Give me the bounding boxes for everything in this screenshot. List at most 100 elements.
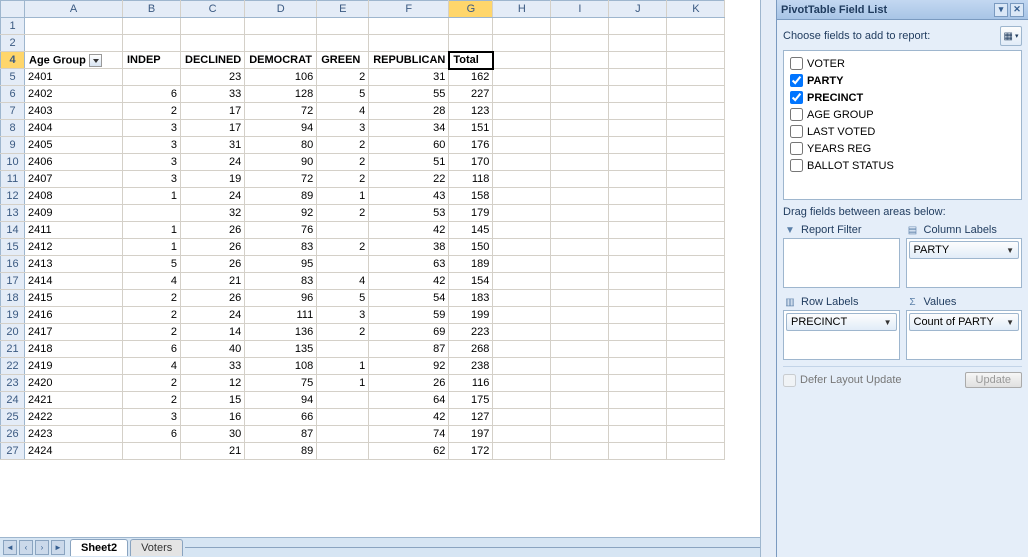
cell[interactable]: 5 [123, 256, 181, 273]
cell[interactable] [551, 69, 609, 86]
cell[interactable] [551, 18, 609, 35]
cell[interactable]: 21 [181, 443, 245, 460]
row-header-6[interactable]: 6 [1, 86, 25, 103]
cell[interactable] [667, 52, 725, 69]
cell[interactable]: 128 [245, 86, 317, 103]
cell[interactable]: 2401 [25, 69, 123, 86]
row-header-16[interactable]: 16 [1, 256, 25, 273]
cell[interactable] [609, 392, 667, 409]
cell[interactable]: 24 [181, 307, 245, 324]
cell[interactable]: 72 [245, 171, 317, 188]
cell[interactable]: 2415 [25, 290, 123, 307]
cell[interactable] [493, 52, 551, 69]
cell[interactable]: 42 [369, 409, 449, 426]
tab-nav-last[interactable]: ► [51, 540, 65, 555]
sheet-tab-Voters[interactable]: Voters [130, 539, 183, 556]
cell[interactable]: 2402 [25, 86, 123, 103]
cell[interactable]: 89 [245, 443, 317, 460]
cell[interactable]: 24 [181, 188, 245, 205]
pane-menu-icon[interactable]: ▾ [994, 3, 1008, 17]
cell[interactable]: 1 [123, 239, 181, 256]
area-column-labels-box[interactable]: PARTY▼ [906, 238, 1023, 288]
cell[interactable] [493, 222, 551, 239]
cell[interactable] [551, 358, 609, 375]
cell[interactable]: 30 [181, 426, 245, 443]
cell[interactable] [667, 375, 725, 392]
col-header-E[interactable]: E [317, 1, 369, 18]
col-header-K[interactable]: K [667, 1, 725, 18]
cell[interactable]: 43 [369, 188, 449, 205]
cell[interactable] [667, 120, 725, 137]
cell[interactable]: 5 [317, 86, 369, 103]
cell[interactable] [493, 273, 551, 290]
cell[interactable] [609, 443, 667, 460]
cell[interactable] [317, 409, 369, 426]
col-header-G[interactable]: G [449, 1, 493, 18]
row-header-4[interactable]: 4 [1, 52, 25, 69]
cell[interactable]: 151 [449, 120, 493, 137]
row-header-15[interactable]: 15 [1, 239, 25, 256]
cell[interactable] [609, 290, 667, 307]
cell[interactable]: 4 [123, 273, 181, 290]
cell[interactable] [551, 188, 609, 205]
cell[interactable] [551, 375, 609, 392]
cell[interactable] [317, 18, 369, 35]
cell[interactable] [493, 154, 551, 171]
cell[interactable] [493, 171, 551, 188]
cell[interactable] [493, 120, 551, 137]
cell[interactable] [317, 341, 369, 358]
cell[interactable] [369, 35, 449, 52]
cell[interactable] [493, 188, 551, 205]
cell[interactable] [609, 256, 667, 273]
cell[interactable]: 2411 [25, 222, 123, 239]
cell[interactable] [369, 18, 449, 35]
row-header-26[interactable]: 26 [1, 426, 25, 443]
cell[interactable]: 31 [369, 69, 449, 86]
cell[interactable]: 118 [449, 171, 493, 188]
cell[interactable] [493, 358, 551, 375]
cell[interactable] [609, 103, 667, 120]
cell[interactable]: 2421 [25, 392, 123, 409]
row-header-27[interactable]: 27 [1, 443, 25, 460]
cell[interactable] [493, 103, 551, 120]
pivot-header-cell[interactable]: GREEN [317, 52, 369, 69]
cell[interactable] [609, 307, 667, 324]
row-header-23[interactable]: 23 [1, 375, 25, 392]
cell[interactable] [493, 256, 551, 273]
field-AGE-GROUP[interactable]: AGE GROUP [790, 106, 1015, 123]
close-icon[interactable]: ✕ [1010, 3, 1024, 17]
pivot-header-cell[interactable]: Total [449, 52, 493, 69]
tab-nav-next[interactable]: › [35, 540, 49, 555]
cell[interactable] [667, 222, 725, 239]
cell[interactable]: 34 [369, 120, 449, 137]
cell[interactable] [449, 35, 493, 52]
cell[interactable]: 2418 [25, 341, 123, 358]
cell[interactable]: 3 [123, 120, 181, 137]
cell[interactable]: 6 [123, 426, 181, 443]
cell[interactable]: 83 [245, 273, 317, 290]
cell[interactable]: 2 [123, 307, 181, 324]
cell[interactable] [551, 171, 609, 188]
cell[interactable]: 2 [123, 103, 181, 120]
cell[interactable] [551, 426, 609, 443]
cell[interactable]: 3 [123, 137, 181, 154]
cell[interactable]: 33 [181, 86, 245, 103]
cell[interactable]: 14 [181, 324, 245, 341]
cell[interactable] [667, 188, 725, 205]
cell[interactable] [609, 188, 667, 205]
cell[interactable] [609, 154, 667, 171]
cell[interactable]: 179 [449, 205, 493, 222]
cell[interactable] [181, 18, 245, 35]
cell[interactable] [551, 35, 609, 52]
cell[interactable]: 54 [369, 290, 449, 307]
grid[interactable]: ABCDEFGHIJK124Age GroupINDEPDECLINEDDEMO… [0, 0, 760, 537]
cell[interactable]: 28 [369, 103, 449, 120]
cell[interactable]: 116 [449, 375, 493, 392]
cell[interactable] [551, 120, 609, 137]
cell[interactable]: 1 [123, 188, 181, 205]
cell[interactable]: 123 [449, 103, 493, 120]
cell[interactable]: 197 [449, 426, 493, 443]
cell[interactable]: 1 [317, 358, 369, 375]
cell[interactable] [667, 341, 725, 358]
cell[interactable]: 2423 [25, 426, 123, 443]
